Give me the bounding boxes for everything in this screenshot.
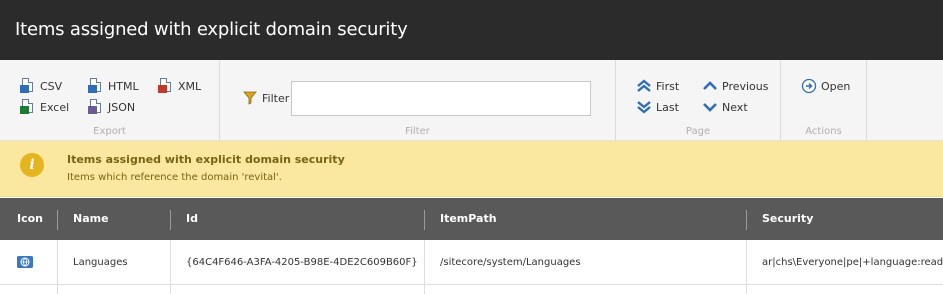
export-json-label: JSON xyxy=(108,100,136,114)
export-csv-label: CSV xyxy=(40,79,63,93)
table-row[interactable] xyxy=(0,285,943,294)
column-header-itempath[interactable]: ItemPath xyxy=(440,198,497,240)
export-caption: Export xyxy=(93,126,126,137)
html-file-icon xyxy=(88,78,104,94)
page-caption: Page xyxy=(685,126,711,137)
chevron-down-icon xyxy=(702,99,718,115)
filter-label-button: Filter xyxy=(242,90,289,106)
column-separator xyxy=(424,210,425,230)
last-label: Last xyxy=(656,100,679,114)
column-separator xyxy=(170,210,171,230)
filter-input[interactable] xyxy=(291,81,591,116)
xml-file-icon xyxy=(158,78,174,94)
info-message-bar xyxy=(0,141,943,197)
chevron-up-icon xyxy=(702,78,718,94)
message-text: Items which reference the domain 'revita… xyxy=(67,172,282,183)
next-label: Next xyxy=(722,100,748,114)
json-file-icon xyxy=(88,99,104,115)
open-button[interactable]: Open xyxy=(801,78,850,94)
export-xml-label: XML xyxy=(178,79,202,93)
open-label: Open xyxy=(821,79,851,93)
export-html-button[interactable]: HTML xyxy=(88,78,139,94)
column-header-id[interactable]: Id xyxy=(186,198,198,240)
filter-caption: Filter xyxy=(405,126,430,137)
table-row[interactable]: Languages {64C4F646-A3FA-4205-B98E-4DE2C… xyxy=(0,240,943,285)
excel-file-icon xyxy=(20,99,36,115)
export-group: CSV Excel HTML JSON XML Export xyxy=(0,60,220,141)
column-separator xyxy=(57,210,58,230)
column-header-icon[interactable]: Icon xyxy=(17,198,43,240)
column-divider xyxy=(170,240,171,294)
open-arrow-icon xyxy=(801,78,817,94)
export-html-label: HTML xyxy=(108,79,139,93)
message-title: Items assigned with explicit domain secu… xyxy=(67,153,345,166)
column-divider xyxy=(424,240,425,294)
row-id-cell: {64C4F646-A3FA-4205-B98E-4DE2C609B60F} xyxy=(186,257,418,268)
export-json-button[interactable]: JSON xyxy=(88,99,135,115)
double-chevron-down-icon xyxy=(636,99,652,115)
first-page-button[interactable]: First xyxy=(636,78,679,94)
next-page-button[interactable]: Next xyxy=(702,99,748,115)
export-excel-label: Excel xyxy=(40,100,70,114)
row-path-cell: /sitecore/system/Languages xyxy=(440,257,581,268)
title-bar: Items assigned with explicit domain secu… xyxy=(0,0,943,60)
previous-page-button[interactable]: Previous xyxy=(702,78,769,94)
double-chevron-up-icon xyxy=(636,78,652,94)
column-divider xyxy=(57,240,58,294)
page-group: First Last Previous Next Page xyxy=(616,60,781,141)
csv-file-icon xyxy=(20,78,36,94)
filter-icon xyxy=(242,90,258,106)
globe-icon xyxy=(17,256,33,268)
column-divider xyxy=(746,240,747,294)
column-separator xyxy=(746,210,747,230)
row-security-cell: ar|chs\Everyone|pe|+language:read|+ xyxy=(762,257,943,268)
table-header: Icon Name Id ItemPath Security xyxy=(0,198,943,240)
ribbon: CSV Excel HTML JSON XML Export Filter Fi… xyxy=(0,60,943,141)
export-xml-button[interactable]: XML xyxy=(158,78,201,94)
export-excel-button[interactable]: Excel xyxy=(20,99,69,115)
filter-label: Filter xyxy=(262,91,290,105)
info-icon: i xyxy=(20,153,44,177)
row-name-cell: Languages xyxy=(73,257,128,268)
actions-group: Open Actions xyxy=(781,60,867,141)
first-label: First xyxy=(656,79,680,93)
column-header-security[interactable]: Security xyxy=(762,198,813,240)
previous-label: Previous xyxy=(722,79,769,93)
page-title: Items assigned with explicit domain secu… xyxy=(15,19,408,40)
last-page-button[interactable]: Last xyxy=(636,99,679,115)
column-header-name[interactable]: Name xyxy=(73,198,109,240)
actions-caption: Actions xyxy=(805,126,842,137)
row-icon-cell xyxy=(17,240,37,285)
export-csv-button[interactable]: CSV xyxy=(20,78,62,94)
